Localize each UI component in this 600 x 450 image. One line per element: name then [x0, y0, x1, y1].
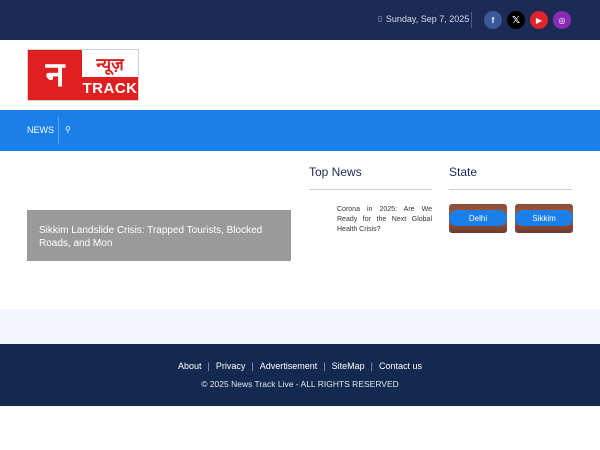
calendar-icon: ▯ — [378, 16, 382, 23]
copyright-text: © 2025 News Track Live - ALL RIGHTS RESE… — [201, 379, 399, 389]
logo-word: TRACK — [82, 77, 138, 100]
footer-link-advertisement[interactable]: Advertisement — [254, 361, 324, 371]
state-label: Delhi — [449, 210, 507, 226]
logo-hindi-text: न्यूज़ — [96, 55, 124, 74]
youtube-icon[interactable]: ▶ — [530, 11, 548, 29]
facebook-icon[interactable]: f — [484, 11, 502, 29]
main-nav: NEWS ⚲ — [0, 110, 600, 151]
divider — [471, 12, 472, 28]
state-card-delhi[interactable]: Delhi — [449, 204, 507, 233]
instagram-icon[interactable]: ◎ — [553, 11, 571, 29]
nav-item-news[interactable]: NEWS — [27, 125, 54, 135]
site-footer: About | Privacy | Advertisement | SiteMa… — [0, 344, 600, 406]
date-text: Sunday, Sep 7, 2025 — [385, 14, 470, 24]
date-display: ▯ Sunday, Sep 7, 2025 — [378, 14, 469, 24]
footer-link-contact[interactable]: Contact us — [373, 361, 428, 371]
top-news-heading: Top News — [309, 165, 362, 179]
footer-links: About | Privacy | Advertisement | SiteMa… — [0, 361, 600, 371]
x-icon[interactable]: 𝕏 — [507, 11, 525, 29]
search-icon[interactable]: ⚲ — [65, 125, 71, 134]
top-news-item[interactable]: Corona in 2025: Are We Ready for the Nex… — [337, 205, 432, 235]
state-divider — [449, 189, 572, 190]
nav-divider — [58, 117, 59, 144]
featured-story[interactable]: Sikkim Landslide Crisis: Trapped Tourist… — [27, 210, 291, 261]
footer-link-privacy[interactable]: Privacy — [210, 361, 252, 371]
site-header: न न्यूज़ TRACK — [0, 40, 600, 110]
state-heading: State — [449, 165, 478, 179]
top-bar: ▯ Sunday, Sep 7, 2025 f 𝕏 ▶ ◎ — [0, 0, 600, 40]
logo-mark: न — [28, 50, 82, 100]
state-card-sikkim[interactable]: Sikkim — [515, 204, 573, 233]
site-logo[interactable]: न न्यूज़ TRACK — [27, 49, 139, 101]
top-news-divider — [309, 189, 432, 190]
footer-spacer-band — [0, 309, 600, 344]
state-label: Sikkim — [515, 210, 573, 226]
footer-link-about[interactable]: About — [172, 361, 208, 371]
featured-story-title: Sikkim Landslide Crisis: Trapped Tourist… — [39, 225, 263, 249]
footer-link-sitemap[interactable]: SiteMap — [326, 361, 371, 371]
